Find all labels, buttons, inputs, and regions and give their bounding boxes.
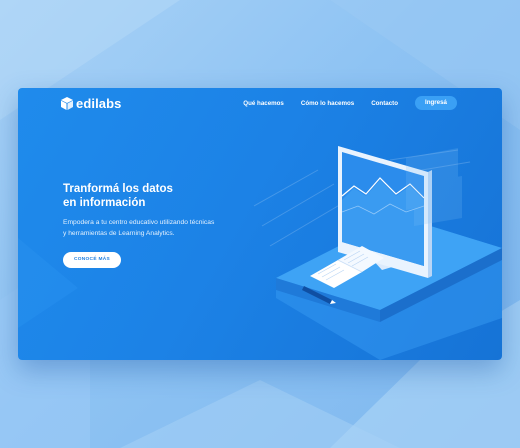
hero-title-line: en información [63,197,146,209]
nav-link-contacto[interactable]: Contacto [371,100,398,107]
hero-title: Tranformá los datos en información [63,182,263,210]
landing-page-card: edilabs Qué hacemos Cómo lo hacemos Cont… [18,88,502,360]
login-button[interactable]: Ingresá [415,96,457,110]
hero-subtitle-line: Empodera a tu centro educativo utilizand… [63,219,215,226]
hero-title-line: Tranformá los datos [63,183,173,195]
hero-subtitle: Empodera a tu centro educativo utilizand… [63,217,263,239]
learn-more-button[interactable]: CONOCÉ MÁS [63,252,121,268]
hero-subtitle-line: y herramientas de Learning Analytics. [63,230,175,237]
nav-link-como-lo-hacemos[interactable]: Cómo lo hacemos [301,100,354,107]
nav-menu: Qué hacemos Cómo lo hacemos Contacto Ing… [243,96,457,110]
background-panels [406,148,462,226]
logo-text: edilabs [76,95,122,111]
nav-link-que-hacemos[interactable]: Qué hacemos [243,100,284,107]
logo-cube-icon [61,96,73,110]
logo[interactable]: edilabs [61,95,122,111]
navbar: edilabs Qué hacemos Cómo lo hacemos Cont… [18,88,502,118]
